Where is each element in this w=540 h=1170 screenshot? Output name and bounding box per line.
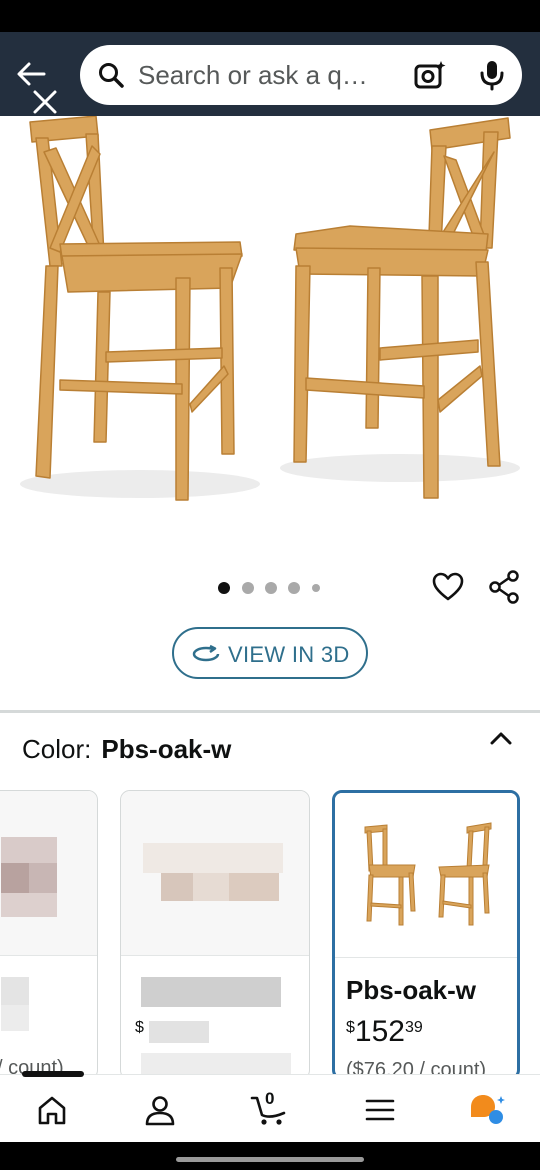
variation-name: Pbs-oak-w [346, 975, 477, 1005]
variation-thumbnail [335, 793, 517, 958]
variation-thumbnail [0, 791, 97, 956]
blurred-text [1, 1005, 29, 1031]
back-arrow-icon[interactable] [14, 59, 48, 89]
variation-option-card[interactable]: / count) [0, 790, 98, 1080]
pager-dot[interactable] [312, 584, 320, 592]
variation-thumbnail [121, 791, 309, 956]
close-icon[interactable] [30, 87, 60, 117]
rotate-3d-icon [192, 643, 220, 665]
blurred-text [141, 977, 281, 1007]
status-bar [0, 0, 540, 32]
variation-option-card[interactable]: $ [120, 790, 310, 1080]
blurred-text [149, 1021, 209, 1043]
search-bar[interactable]: Search or ask a q… [80, 45, 522, 105]
system-nav-bar [0, 1142, 540, 1170]
view-in-3d-label: VIEW IN 3D [228, 642, 350, 667]
pager-dot[interactable] [242, 582, 254, 594]
product-image[interactable] [0, 115, 540, 536]
home-icon[interactable] [34, 1093, 70, 1127]
blurred-text [141, 1053, 291, 1075]
bottom-navigation: 0 [0, 1071, 540, 1142]
variation-price: $15239 [346, 1015, 423, 1048]
menu-icon[interactable] [362, 1093, 398, 1127]
search-input[interactable]: Search or ask a q… [138, 60, 368, 91]
cart-count: 0 [265, 1089, 275, 1108]
pager-dot[interactable] [288, 582, 300, 594]
color-value: Pbs-oak-w [101, 734, 232, 764]
variation-option-card-selected[interactable]: Pbs-oak-w $15239 ($76.20 / count) [332, 790, 520, 1080]
account-icon[interactable] [142, 1093, 178, 1127]
heart-icon[interactable] [432, 572, 464, 602]
share-icon[interactable] [488, 570, 520, 604]
pager-dot-active[interactable] [218, 582, 230, 594]
camera-search-icon[interactable] [414, 60, 446, 90]
color-selector-header: Color: Pbs-oak-w [22, 734, 231, 765]
home-gesture-bar[interactable] [176, 1157, 364, 1162]
pager-dot[interactable] [265, 582, 277, 594]
top-bar: Pure Search or ask a q… [0, 32, 540, 149]
active-tab-indicator [22, 1071, 84, 1077]
assistant-icon[interactable] [468, 1093, 508, 1127]
view-in-3d-button[interactable]: VIEW IN 3D [172, 627, 368, 679]
section-divider [0, 710, 540, 713]
microphone-icon[interactable] [478, 59, 506, 91]
color-label: Color: [22, 734, 92, 764]
chevron-up-icon[interactable] [488, 728, 514, 748]
app-screen: Pure Search or ask a q… VIEW IN 3D Color… [0, 0, 540, 1170]
search-icon [98, 62, 124, 88]
blurred-text [1, 977, 29, 1005]
price-symbol: $ [135, 1019, 144, 1036]
